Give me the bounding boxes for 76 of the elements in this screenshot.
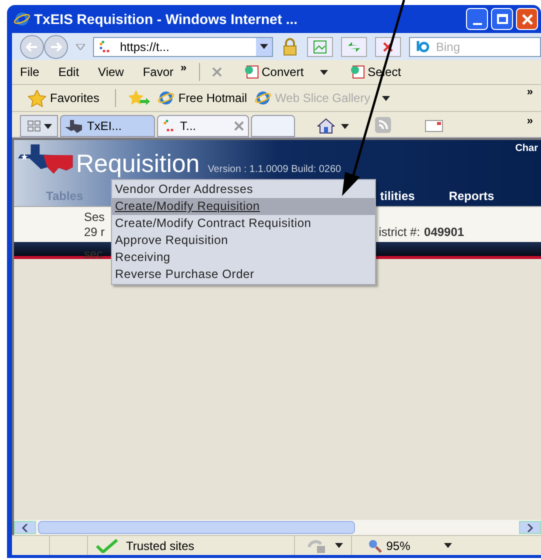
minimize-button[interactable]	[466, 8, 488, 30]
window-title: TxEIS Requisition - Windows Internet ...	[34, 10, 298, 29]
security-zone-text: Trusted sites	[126, 538, 194, 554]
pdf-icon	[350, 65, 366, 79]
check-icon	[96, 538, 118, 552]
stop-icon	[383, 42, 393, 52]
command-button[interactable]: Convert	[244, 63, 304, 81]
menu-item[interactable]: View	[98, 63, 124, 81]
caret-icon[interactable]	[444, 543, 452, 548]
menu-item[interactable]: Edit	[58, 63, 80, 81]
home-icon[interactable]	[317, 118, 335, 134]
close-icon[interactable]	[234, 121, 244, 131]
search-field[interactable]: Bing	[409, 36, 541, 56]
compatibility-button[interactable]	[307, 36, 333, 56]
app-title: Requisition	[76, 149, 200, 180]
close-button[interactable]	[516, 8, 538, 30]
favorite-link[interactable]: Free Hotmail	[178, 89, 248, 107]
version-text: Version : 1.1.0009 Build: 0260	[208, 163, 342, 177]
nav-menu-item[interactable]: tilities	[380, 187, 415, 205]
nav-menu-item[interactable]: Reports	[448, 187, 494, 205]
dropdown-item[interactable]: Approve Requisition	[112, 232, 375, 249]
menu-item[interactable]: Favor	[142, 63, 174, 81]
caret-icon[interactable]	[320, 70, 328, 74]
dropdown-item[interactable]: Receiving	[112, 249, 375, 266]
scroll-right-button[interactable]	[519, 521, 541, 534]
favorites-button[interactable]: Favorites	[50, 89, 100, 107]
refresh-icon	[347, 40, 361, 52]
mail-icon[interactable]	[425, 120, 443, 132]
quick-tabs-button[interactable]	[20, 115, 58, 137]
maximize-button[interactable]	[491, 8, 513, 30]
url-dropdown-button[interactable]	[256, 38, 272, 56]
browser-icon	[14, 11, 30, 27]
padlock-icon	[281, 38, 299, 56]
zoom-level[interactable]: 95%	[386, 536, 410, 554]
caret-icon[interactable]	[44, 124, 52, 128]
forward-icon	[50, 42, 62, 52]
search-engine-icon	[414, 40, 432, 52]
back-icon	[26, 42, 38, 52]
dropdown-item[interactable]: Create/Modify Contract Requisition	[112, 215, 375, 232]
url-text: https://t...	[120, 38, 170, 56]
texas-map-icon	[65, 120, 83, 132]
page-icon	[313, 40, 327, 54]
refresh-button[interactable]	[341, 36, 367, 56]
browser-tab[interactable]: T...	[157, 115, 249, 137]
search-input[interactable]: Bing	[436, 38, 496, 56]
menu-item[interactable]: File	[20, 63, 40, 81]
session-text: 29 r	[84, 225, 105, 240]
back-button[interactable]	[20, 34, 44, 58]
scroll-left-button[interactable]	[14, 521, 36, 534]
caret-icon[interactable]	[341, 124, 349, 129]
grid-icon	[26, 120, 40, 132]
texas-flag-map	[18, 144, 74, 174]
caret-icon[interactable]	[260, 44, 268, 49]
close-icon	[522, 14, 532, 24]
more-chevron[interactable]: »	[526, 112, 533, 129]
browser-icon	[158, 90, 174, 106]
dropdown-item[interactable]: Vendor Order Addresses	[112, 181, 375, 198]
session-text: Ses	[84, 210, 105, 225]
dropdown-item[interactable]: Reverse Purchase Order	[112, 266, 375, 283]
browser-tab[interactable]: TxEI...	[60, 115, 155, 137]
district-label: istrict #:	[378, 225, 420, 240]
browser-icon	[255, 90, 272, 106]
pdf-icon	[244, 65, 260, 79]
forward-button[interactable]	[44, 34, 68, 58]
zoom-icon[interactable]	[368, 538, 382, 552]
district-number: 049901	[424, 225, 464, 240]
site-icon	[162, 119, 176, 133]
caret-icon[interactable]	[335, 543, 344, 548]
more-chevron[interactable]: »	[526, 84, 533, 100]
caret-icon[interactable]	[382, 96, 390, 100]
stop-button[interactable]	[375, 36, 401, 56]
address-field[interactable]: https://t...	[93, 36, 273, 56]
star-icon	[28, 90, 46, 106]
site-icon	[98, 40, 112, 54]
more-chevron[interactable]: »	[180, 60, 187, 76]
dropdown-item[interactable]: Create/Modify Requisition	[112, 198, 375, 215]
